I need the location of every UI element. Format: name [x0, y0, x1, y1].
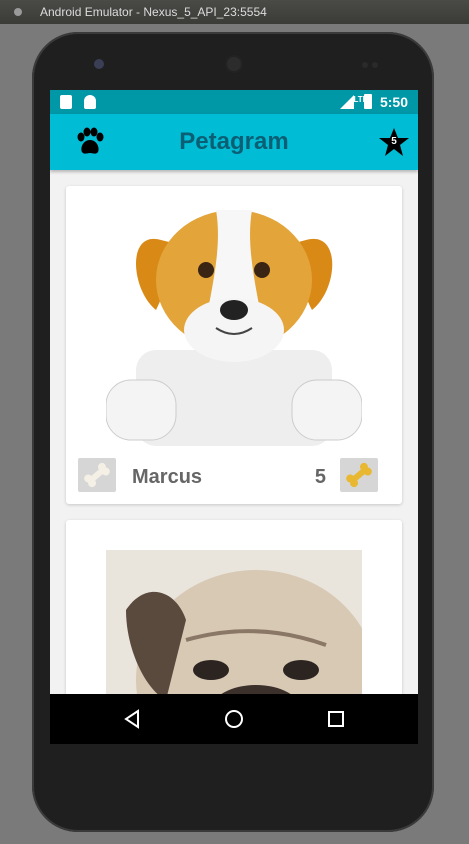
clock: 5:50 — [379, 94, 408, 110]
window-close-dot[interactable] — [14, 8, 22, 16]
pet-photo — [106, 550, 362, 694]
android-icon — [84, 95, 96, 109]
pet-list[interactable]: Marcus 5 — [50, 170, 418, 694]
window-title: Android Emulator - Nexus_5_API_23:5554 — [40, 5, 267, 19]
pet-rating: 5 — [314, 466, 326, 488]
light-sensor — [372, 62, 378, 68]
window-title-bar: Android Emulator - Nexus_5_API_23:5554 — [0, 0, 469, 24]
bone-icon — [84, 462, 110, 488]
battery-icon — [364, 94, 372, 109]
favorites-count: 5 — [391, 136, 397, 147]
back-icon[interactable] — [120, 707, 144, 731]
navigation-bar — [50, 694, 418, 744]
pet-card — [66, 520, 402, 694]
bone-icon — [346, 462, 372, 488]
pet-photo — [106, 210, 362, 446]
like-button[interactable] — [78, 458, 116, 492]
rating-bone-button[interactable] — [340, 458, 378, 492]
earpiece-speaker — [225, 55, 243, 73]
proximity-sensor — [362, 62, 368, 68]
status-bar: LTE 5:50 — [50, 90, 418, 114]
pet-card: Marcus 5 — [66, 186, 402, 504]
sd-card-icon — [60, 95, 72, 109]
home-icon[interactable] — [222, 707, 246, 731]
favorites-button[interactable]: 5 — [378, 126, 410, 158]
front-camera — [94, 59, 104, 69]
device-screen: LTE 5:50 Petagram 5 Marcus 5 — [50, 90, 418, 744]
signal-icon — [340, 95, 354, 109]
recents-icon[interactable] — [324, 707, 348, 731]
pet-name: Marcus — [132, 466, 203, 488]
app-title: Petagram — [179, 128, 289, 155]
app-bar: Petagram 5 — [50, 114, 418, 170]
